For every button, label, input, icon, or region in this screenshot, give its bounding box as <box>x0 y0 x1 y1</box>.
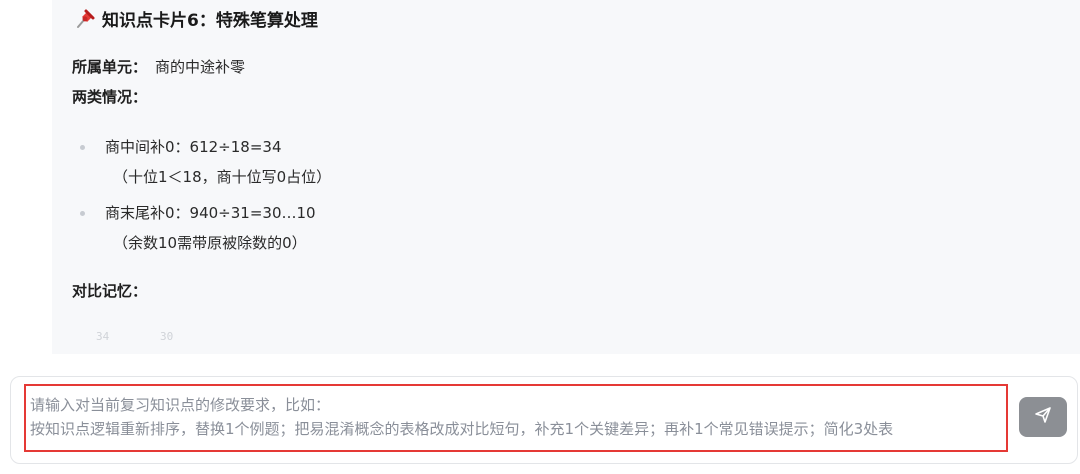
unit-row: 所属单元： 商的中途补零 <box>72 56 245 77</box>
compare-heading: 对比记忆： <box>72 282 148 300</box>
bullet-dot <box>80 211 85 216</box>
case-note: （十位1＜18，商十位写0占位） <box>113 168 332 186</box>
cases-heading: 两类情况： <box>72 88 148 106</box>
faint-value: 34 <box>96 330 110 343</box>
modification-input[interactable]: 请输入对当前复习知识点的修改要求，比如： 按知识点逻辑重新排序，替换1个例题；把… <box>30 393 1000 441</box>
case-formula: 商中间补0：612÷18=34 <box>105 138 282 156</box>
case-formula: 商末尾补0：940÷31=30…10 <box>105 204 316 222</box>
faint-value: 30 <box>160 330 174 343</box>
unit-label: 所属单元： <box>72 58 148 76</box>
send-icon <box>1033 405 1053 429</box>
bullet-dot <box>80 145 85 150</box>
card-title-row: 知识点卡片6：特殊笔算处理 <box>74 6 318 31</box>
card-title: 知识点卡片6：特殊笔算处理 <box>102 11 318 31</box>
pushpin-icon <box>74 8 96 30</box>
case-note: （余数10需带原被除数的0） <box>113 234 307 252</box>
send-button[interactable] <box>1019 397 1067 437</box>
unit-value: 商的中途补零 <box>155 58 246 76</box>
